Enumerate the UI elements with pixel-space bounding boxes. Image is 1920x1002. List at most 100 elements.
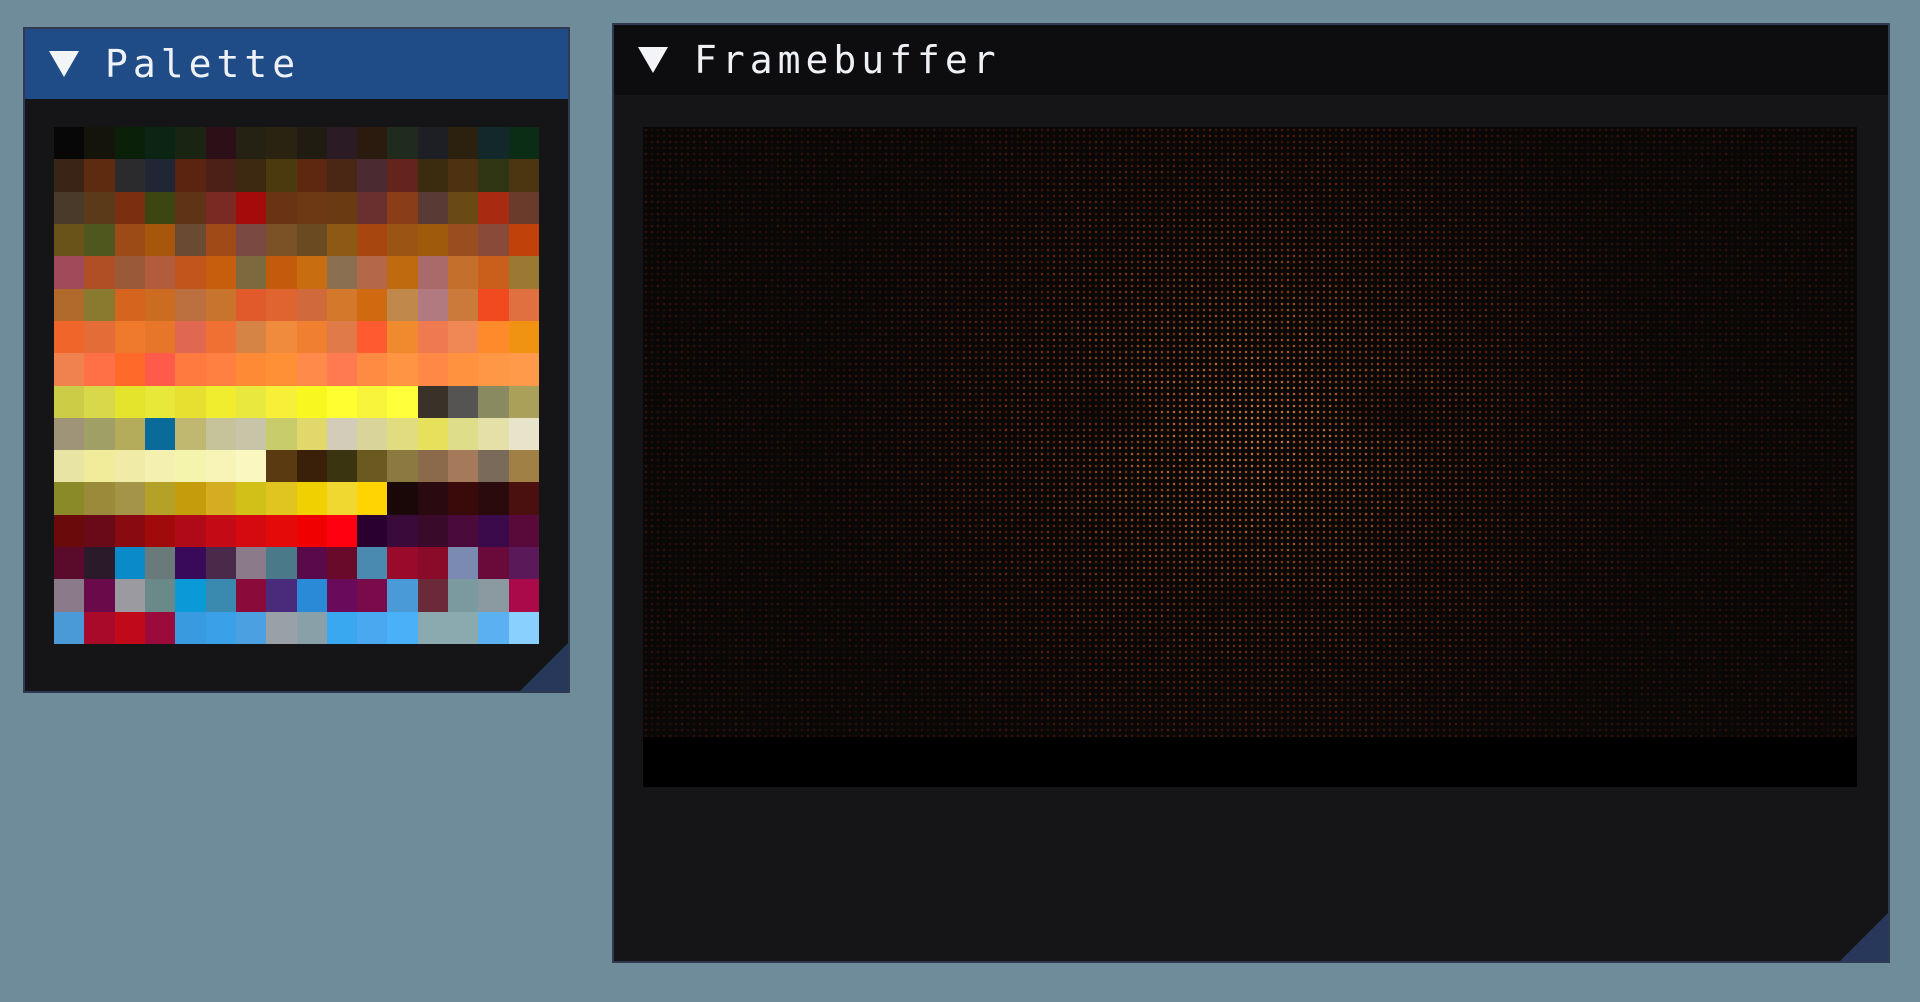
palette-swatch[interactable]: [175, 223, 206, 257]
palette-swatch[interactable]: [357, 353, 388, 386]
palette-swatch[interactable]: [357, 256, 388, 289]
palette-swatch[interactable]: [114, 547, 145, 580]
resize-grip-icon[interactable]: [1840, 913, 1888, 961]
palette-swatch[interactable]: [114, 191, 145, 224]
palette-swatch[interactable]: [205, 547, 236, 580]
palette-swatch[interactable]: [266, 611, 297, 644]
palette-swatch[interactable]: [235, 288, 267, 321]
palette-swatch[interactable]: [387, 547, 418, 580]
palette-swatch[interactable]: [235, 514, 267, 548]
palette-swatch[interactable]: [114, 450, 145, 483]
palette-swatch[interactable]: [266, 514, 297, 548]
palette-swatch[interactable]: [387, 450, 418, 483]
palette-swatch[interactable]: [387, 611, 418, 644]
palette-swatch[interactable]: [326, 547, 358, 580]
palette-swatch[interactable]: [326, 288, 358, 321]
palette-swatch[interactable]: [508, 223, 539, 257]
palette-swatch[interactable]: [448, 547, 479, 580]
palette-swatch[interactable]: [144, 223, 176, 257]
palette-swatch[interactable]: [417, 159, 449, 192]
palette-swatch[interactable]: [417, 547, 449, 580]
palette-swatch[interactable]: [54, 514, 85, 548]
palette-swatch[interactable]: [478, 320, 509, 354]
palette-swatch[interactable]: [508, 450, 539, 483]
palette-swatch[interactable]: [478, 547, 509, 580]
framebuffer-titlebar[interactable]: Framebuffer: [614, 25, 1888, 95]
palette-swatch[interactable]: [508, 127, 539, 160]
palette-swatch[interactable]: [478, 385, 509, 418]
palette-swatch[interactable]: [54, 450, 85, 483]
palette-titlebar[interactable]: Palette: [25, 29, 568, 99]
palette-swatch[interactable]: [144, 288, 176, 321]
palette-swatch[interactable]: [417, 579, 449, 612]
palette-swatch[interactable]: [387, 417, 418, 451]
palette-swatch[interactable]: [54, 611, 85, 644]
palette-swatch[interactable]: [478, 450, 509, 483]
palette-swatch[interactable]: [175, 611, 206, 644]
palette-swatch[interactable]: [417, 320, 449, 354]
palette-swatch[interactable]: [205, 256, 236, 289]
palette-swatch[interactable]: [387, 320, 418, 354]
palette-swatch[interactable]: [114, 223, 145, 257]
palette-swatch[interactable]: [114, 256, 145, 289]
palette-swatch[interactable]: [235, 223, 267, 257]
palette-swatch[interactable]: [417, 611, 449, 644]
palette-swatch[interactable]: [205, 320, 236, 354]
palette-swatch[interactable]: [54, 288, 85, 321]
palette-swatch[interactable]: [357, 320, 388, 354]
palette-swatch[interactable]: [144, 482, 176, 515]
palette-swatch[interactable]: [387, 514, 418, 548]
palette-swatch[interactable]: [266, 450, 297, 483]
palette-swatch[interactable]: [54, 385, 85, 418]
palette-swatch[interactable]: [84, 320, 115, 354]
palette-swatch[interactable]: [114, 417, 145, 451]
palette-swatch[interactable]: [205, 288, 236, 321]
palette-swatch[interactable]: [144, 417, 176, 451]
palette-swatch[interactable]: [54, 159, 85, 192]
palette-swatch[interactable]: [508, 514, 539, 548]
palette-swatch[interactable]: [417, 127, 449, 160]
palette-swatch[interactable]: [508, 159, 539, 192]
triangle-down-icon[interactable]: [638, 47, 668, 73]
palette-swatch[interactable]: [448, 611, 479, 644]
palette-swatch[interactable]: [508, 482, 539, 515]
palette-swatch[interactable]: [54, 579, 85, 612]
palette-swatch[interactable]: [448, 256, 479, 289]
palette-swatch[interactable]: [235, 385, 267, 418]
palette-swatch[interactable]: [387, 191, 418, 224]
palette-swatch[interactable]: [326, 191, 358, 224]
palette-swatch[interactable]: [144, 385, 176, 418]
palette-swatch[interactable]: [357, 547, 388, 580]
palette-swatch[interactable]: [417, 514, 449, 548]
palette-swatch[interactable]: [387, 127, 418, 160]
palette-swatch[interactable]: [235, 127, 267, 160]
palette-swatch[interactable]: [54, 482, 85, 515]
palette-swatch[interactable]: [235, 353, 267, 386]
palette-swatch[interactable]: [357, 611, 388, 644]
palette-swatch[interactable]: [417, 191, 449, 224]
palette-swatch[interactable]: [144, 514, 176, 548]
palette-swatch[interactable]: [114, 127, 145, 160]
palette-swatch[interactable]: [266, 288, 297, 321]
palette-swatch[interactable]: [84, 127, 115, 160]
palette-swatch[interactable]: [357, 191, 388, 224]
palette-swatch[interactable]: [235, 450, 267, 483]
palette-swatch[interactable]: [205, 191, 236, 224]
palette-swatch[interactable]: [296, 482, 327, 515]
palette-swatch[interactable]: [296, 579, 327, 612]
palette-swatch[interactable]: [357, 514, 388, 548]
palette-swatch[interactable]: [235, 547, 267, 580]
palette-swatch[interactable]: [508, 611, 539, 644]
palette-swatch[interactable]: [326, 385, 358, 418]
palette-swatch[interactable]: [84, 256, 115, 289]
palette-swatch[interactable]: [326, 417, 358, 451]
palette-swatch[interactable]: [387, 579, 418, 612]
palette-swatch[interactable]: [387, 482, 418, 515]
palette-swatch[interactable]: [175, 191, 206, 224]
palette-swatch[interactable]: [478, 223, 509, 257]
palette-swatch[interactable]: [266, 191, 297, 224]
palette-swatch[interactable]: [266, 223, 297, 257]
palette-swatch[interactable]: [114, 579, 145, 612]
palette-swatch[interactable]: [144, 127, 176, 160]
palette-swatch[interactable]: [144, 191, 176, 224]
